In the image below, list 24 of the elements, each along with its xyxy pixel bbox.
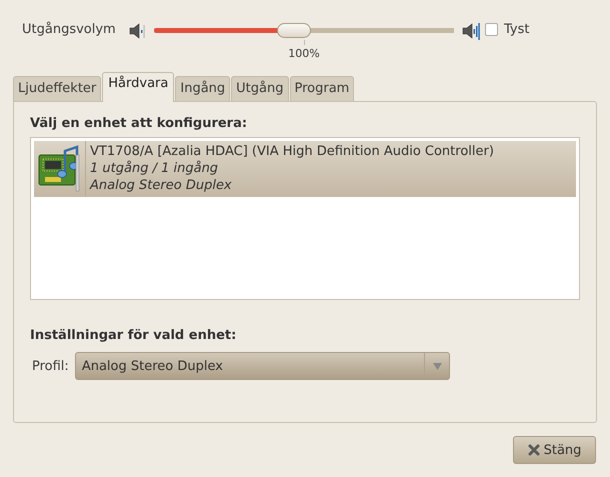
device-ports: 1 utgång / 1 ingång xyxy=(90,160,220,177)
close-button[interactable]: Stäng xyxy=(513,436,596,464)
slider-handle[interactable] xyxy=(277,23,311,38)
speaker-high-icon xyxy=(462,22,480,40)
sound-card-icon xyxy=(36,145,82,193)
section-heading: Välj en enhet att konfigurera: xyxy=(30,116,248,131)
dropdown-arrow-icon xyxy=(432,362,442,370)
close-icon xyxy=(528,444,540,456)
volume-label: Utgångsvolym xyxy=(22,22,117,37)
tab[interactable]: Program xyxy=(290,76,354,101)
tab[interactable]: Ingång xyxy=(175,76,230,101)
device-profile: Analog Stereo Duplex xyxy=(90,177,233,194)
mute-checkbox[interactable] xyxy=(485,23,498,36)
device-row[interactable]: VT1708/A [Azalia HDAC] (VIA High Definition Audio Controller) 1 utgång / 1 ingång Analog Stereo Duplex xyxy=(34,141,576,197)
tab[interactable]: Ljudeffekter xyxy=(13,76,102,101)
profile-dropdown[interactable]: Analog Stereo Duplex xyxy=(74,352,450,380)
mute-label: Tyst xyxy=(504,22,530,37)
speaker-low-icon xyxy=(129,22,145,40)
volume-reading: 100% xyxy=(288,47,320,60)
section-heading: Inställningar för vald enhet: xyxy=(30,328,238,343)
profile-label: Profil: xyxy=(32,358,69,374)
tab[interactable]: Hårdvara xyxy=(102,72,174,102)
tab[interactable]: Utgång xyxy=(231,76,288,101)
device-name: VT1708/A [Azalia HDAC] (VIA High Definition Audio Controller) xyxy=(90,143,494,160)
